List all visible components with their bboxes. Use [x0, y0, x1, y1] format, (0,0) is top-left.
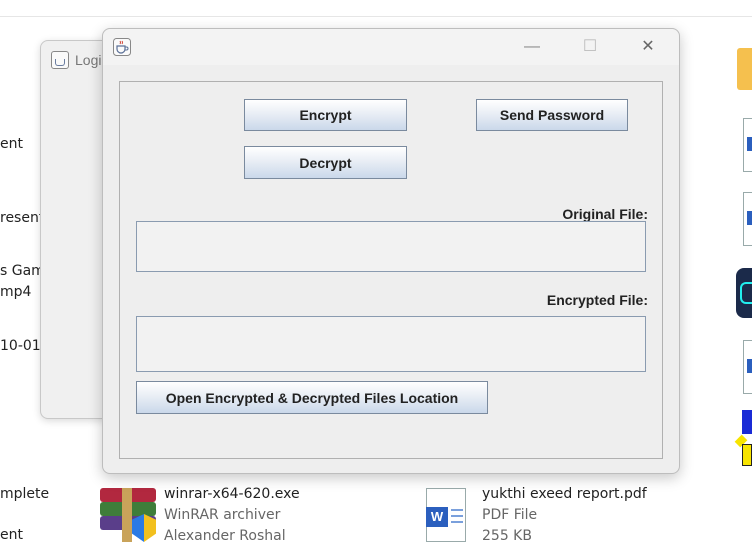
file-item-winrar[interactable]: winrar-x64-620.exe WinRAR archiver Alexa… — [98, 484, 318, 544]
encrypt-button[interactable]: Encrypt — [244, 99, 407, 131]
explorer-top-divider — [0, 16, 752, 17]
explorer-left-text-6: mplete — [0, 486, 50, 502]
open-files-location-button[interactable]: Open Encrypted & Decrypted Files Locatio… — [136, 381, 488, 414]
title-bar[interactable]: — ☐ ✕ — [103, 29, 679, 65]
java-cup-icon — [113, 38, 131, 56]
encrypted-file-field[interactable] — [136, 316, 646, 372]
minimize-button[interactable]: — — [509, 35, 555, 59]
file-name: winrar-x64-620.exe — [164, 486, 300, 502]
word-doc-icon[interactable] — [743, 118, 752, 172]
content-panel: Encrypt Send Password Decrypt Original F… — [119, 81, 663, 459]
encryption-window[interactable]: — ☐ ✕ Encrypt Send Password Decrypt Orig… — [102, 28, 680, 474]
login-window-title: Logi — [75, 52, 102, 68]
word-doc-icon[interactable] — [743, 192, 752, 246]
folder-icon[interactable] — [737, 48, 752, 90]
file-item-pdf[interactable]: W yukthi exeed report.pdf PDF File 255 K… — [424, 484, 664, 544]
app-hexagon-icon[interactable] — [736, 268, 752, 318]
explorer-left-text-7: ent — [0, 527, 23, 543]
winrar-icon — [100, 488, 156, 542]
file-name: yukthi exeed report.pdf — [482, 486, 647, 502]
encrypted-file-label: Encrypted File: — [546, 292, 648, 308]
java-app-icon[interactable] — [734, 410, 752, 468]
java-cup-icon — [51, 51, 69, 69]
word-doc-icon: W — [426, 488, 466, 542]
file-type: PDF File — [482, 507, 538, 523]
maximize-button[interactable]: ☐ — [567, 35, 613, 59]
explorer-left-text-4: mp4 — [0, 284, 32, 300]
decrypt-button[interactable]: Decrypt — [244, 146, 407, 179]
send-password-button[interactable]: Send Password — [476, 99, 628, 131]
word-doc-icon[interactable] — [743, 340, 752, 394]
explorer-left-text-1: ent — [0, 136, 23, 152]
file-type: WinRAR archiver — [164, 507, 281, 523]
original-file-field[interactable] — [136, 221, 646, 272]
close-button[interactable]: ✕ — [625, 35, 671, 59]
original-file-label: Original File: — [562, 206, 648, 222]
